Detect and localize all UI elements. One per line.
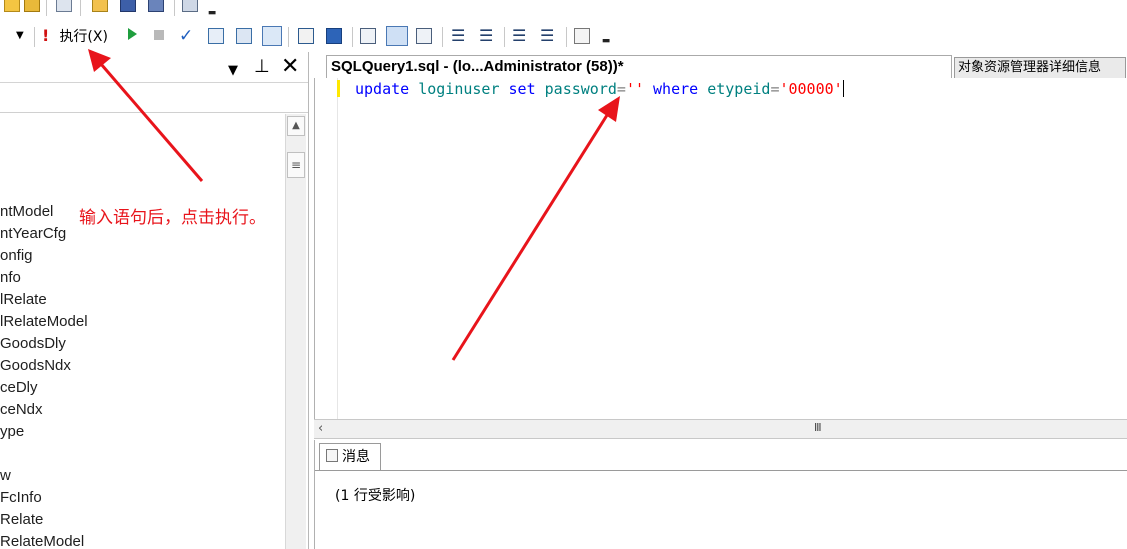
results-pane: 消息 (1 行受影响) xyxy=(314,440,1127,549)
separator xyxy=(34,27,35,47)
open-file-icon[interactable] xyxy=(92,0,108,12)
tree-item[interactable]: ntYearCfg xyxy=(0,225,66,242)
separator xyxy=(352,27,353,47)
text-caret xyxy=(842,80,844,97)
sql-identifier: loginuser xyxy=(418,80,500,98)
toolbar-overflow-icon[interactable]: ▬ xyxy=(206,8,218,18)
sql-keyword: where xyxy=(653,80,699,98)
sql-string: '' xyxy=(625,80,644,98)
toolbar-overflow-icon[interactable]: ▬ xyxy=(600,36,612,46)
tree-item[interactable]: Relate xyxy=(0,511,43,528)
sql-editor-toolbar: ▼ ! 执行(X) ✓ ☰ ☰ ☰ ☰ ▬ xyxy=(0,22,1127,52)
client-statistics-icon[interactable] xyxy=(326,28,342,44)
editor-gutter xyxy=(315,78,338,419)
scroll-left-icon[interactable]: ‹ xyxy=(318,421,323,436)
standard-toolbar: ▬ xyxy=(0,0,1127,22)
database-engine-query-icon[interactable] xyxy=(24,0,40,12)
divider xyxy=(315,470,1127,471)
messages-icon xyxy=(326,449,338,462)
tree-vertical-scrollbar[interactable]: ▲ ≡ xyxy=(285,114,306,549)
tab-object-explorer-details[interactable]: 对象资源管理器详细信息 xyxy=(954,57,1126,78)
separator xyxy=(80,0,81,16)
tree-item[interactable]: ype xyxy=(0,423,24,440)
change-indicator xyxy=(337,80,340,97)
object-tree: ntModel ntYearCfg onfig nfo lRelate lRel… xyxy=(0,112,284,549)
tree-item[interactable]: w xyxy=(0,467,11,484)
tree-item[interactable]: GoodsNdx xyxy=(0,357,71,374)
new-query-icon[interactable] xyxy=(4,0,20,12)
results-to-text-icon[interactable] xyxy=(360,28,376,44)
separator xyxy=(442,27,443,47)
annotation-note: 输入语句后，点击执行。 xyxy=(79,208,266,228)
activity-monitor-icon[interactable] xyxy=(182,0,198,12)
sql-string: '00000' xyxy=(779,80,843,98)
results-to-file-icon[interactable] xyxy=(416,28,432,44)
separator xyxy=(46,0,47,16)
tree-item[interactable]: GoodsDly xyxy=(0,335,66,352)
close-icon[interactable]: ✕ xyxy=(281,56,299,78)
messages-tab-label: 消息 xyxy=(342,449,370,465)
query-designer-icon[interactable] xyxy=(236,28,252,44)
sql-keyword: set xyxy=(508,80,536,98)
display-plan-icon[interactable] xyxy=(208,28,224,44)
tree-item[interactable]: lRelateModel xyxy=(0,313,88,330)
tab-messages[interactable]: 消息 xyxy=(319,443,381,470)
tree-item[interactable]: ceDly xyxy=(0,379,38,396)
specify-values-icon[interactable] xyxy=(574,28,590,44)
tree-item[interactable]: ntModel xyxy=(0,203,53,220)
tree-item[interactable]: onfig xyxy=(0,247,33,264)
sql-identifier: password xyxy=(544,80,617,98)
object-explorer-toolbar xyxy=(0,82,308,113)
object-explorer-header: ▼ ⊥ ✕ xyxy=(0,52,308,83)
tree-item[interactable]: lRelate xyxy=(0,291,47,308)
separator xyxy=(504,27,505,47)
copy-icon[interactable] xyxy=(56,0,72,12)
tree-item[interactable]: FcInfo xyxy=(0,489,42,506)
results-to-file-icon[interactable] xyxy=(262,26,282,46)
separator xyxy=(566,27,567,47)
sql-operator: = xyxy=(616,80,626,98)
database-dropdown-chevron-icon[interactable]: ▼ xyxy=(16,30,24,41)
object-explorer-panel: ▼ ⊥ ✕ ntModel ntYearCfg onfig nfo lRelat… xyxy=(0,52,309,549)
separator xyxy=(288,27,289,47)
tree-item[interactable]: nfo xyxy=(0,269,21,286)
scroll-thumb[interactable]: Ⅲ xyxy=(814,421,822,434)
decrease-indent-icon[interactable]: ☰ xyxy=(512,26,526,45)
include-plan-icon[interactable] xyxy=(298,28,314,44)
debug-icon[interactable] xyxy=(128,28,137,40)
window-position-icon[interactable]: ▼ xyxy=(228,60,238,82)
editor-horizontal-scrollbar[interactable]: ‹ Ⅲ xyxy=(314,419,1127,439)
scroll-thumb[interactable]: ≡ xyxy=(287,152,305,178)
increase-indent-icon[interactable]: ☰ xyxy=(540,26,554,45)
sql-identifier: etypeid xyxy=(707,80,771,98)
tab-sql-query[interactable]: SQLQuery1.sql - (lo...Administrator (58)… xyxy=(326,55,952,78)
sql-code-line[interactable]: update loginuser set password='' where e… xyxy=(355,79,844,99)
pin-icon[interactable]: ⊥ xyxy=(254,56,270,78)
stop-icon[interactable] xyxy=(154,30,164,40)
separator xyxy=(174,0,175,16)
document-tabs: SQLQuery1.sql - (lo...Administrator (58)… xyxy=(314,55,1127,78)
rows-affected-message: (1 行受影响) xyxy=(335,488,416,504)
tree-item[interactable]: RelateModel xyxy=(0,533,84,549)
execute-button[interactable]: ! 执行(X) xyxy=(42,26,108,48)
results-to-grid-icon[interactable] xyxy=(386,26,408,46)
execute-label: 执行(X) xyxy=(59,29,108,45)
tree-item[interactable]: ceNdx xyxy=(0,401,43,418)
comment-icon[interactable]: ☰ xyxy=(451,26,465,45)
sql-keyword: update xyxy=(355,80,410,98)
sql-editor[interactable]: update loginuser set password='' where e… xyxy=(314,78,1127,419)
scroll-up-icon[interactable]: ▲ xyxy=(287,116,305,136)
execute-icon: ! xyxy=(42,26,50,45)
uncomment-icon[interactable]: ☰ xyxy=(479,26,493,45)
parse-check-icon[interactable]: ✓ xyxy=(179,26,193,46)
save-icon[interactable] xyxy=(120,0,136,12)
save-all-icon[interactable] xyxy=(148,0,164,12)
